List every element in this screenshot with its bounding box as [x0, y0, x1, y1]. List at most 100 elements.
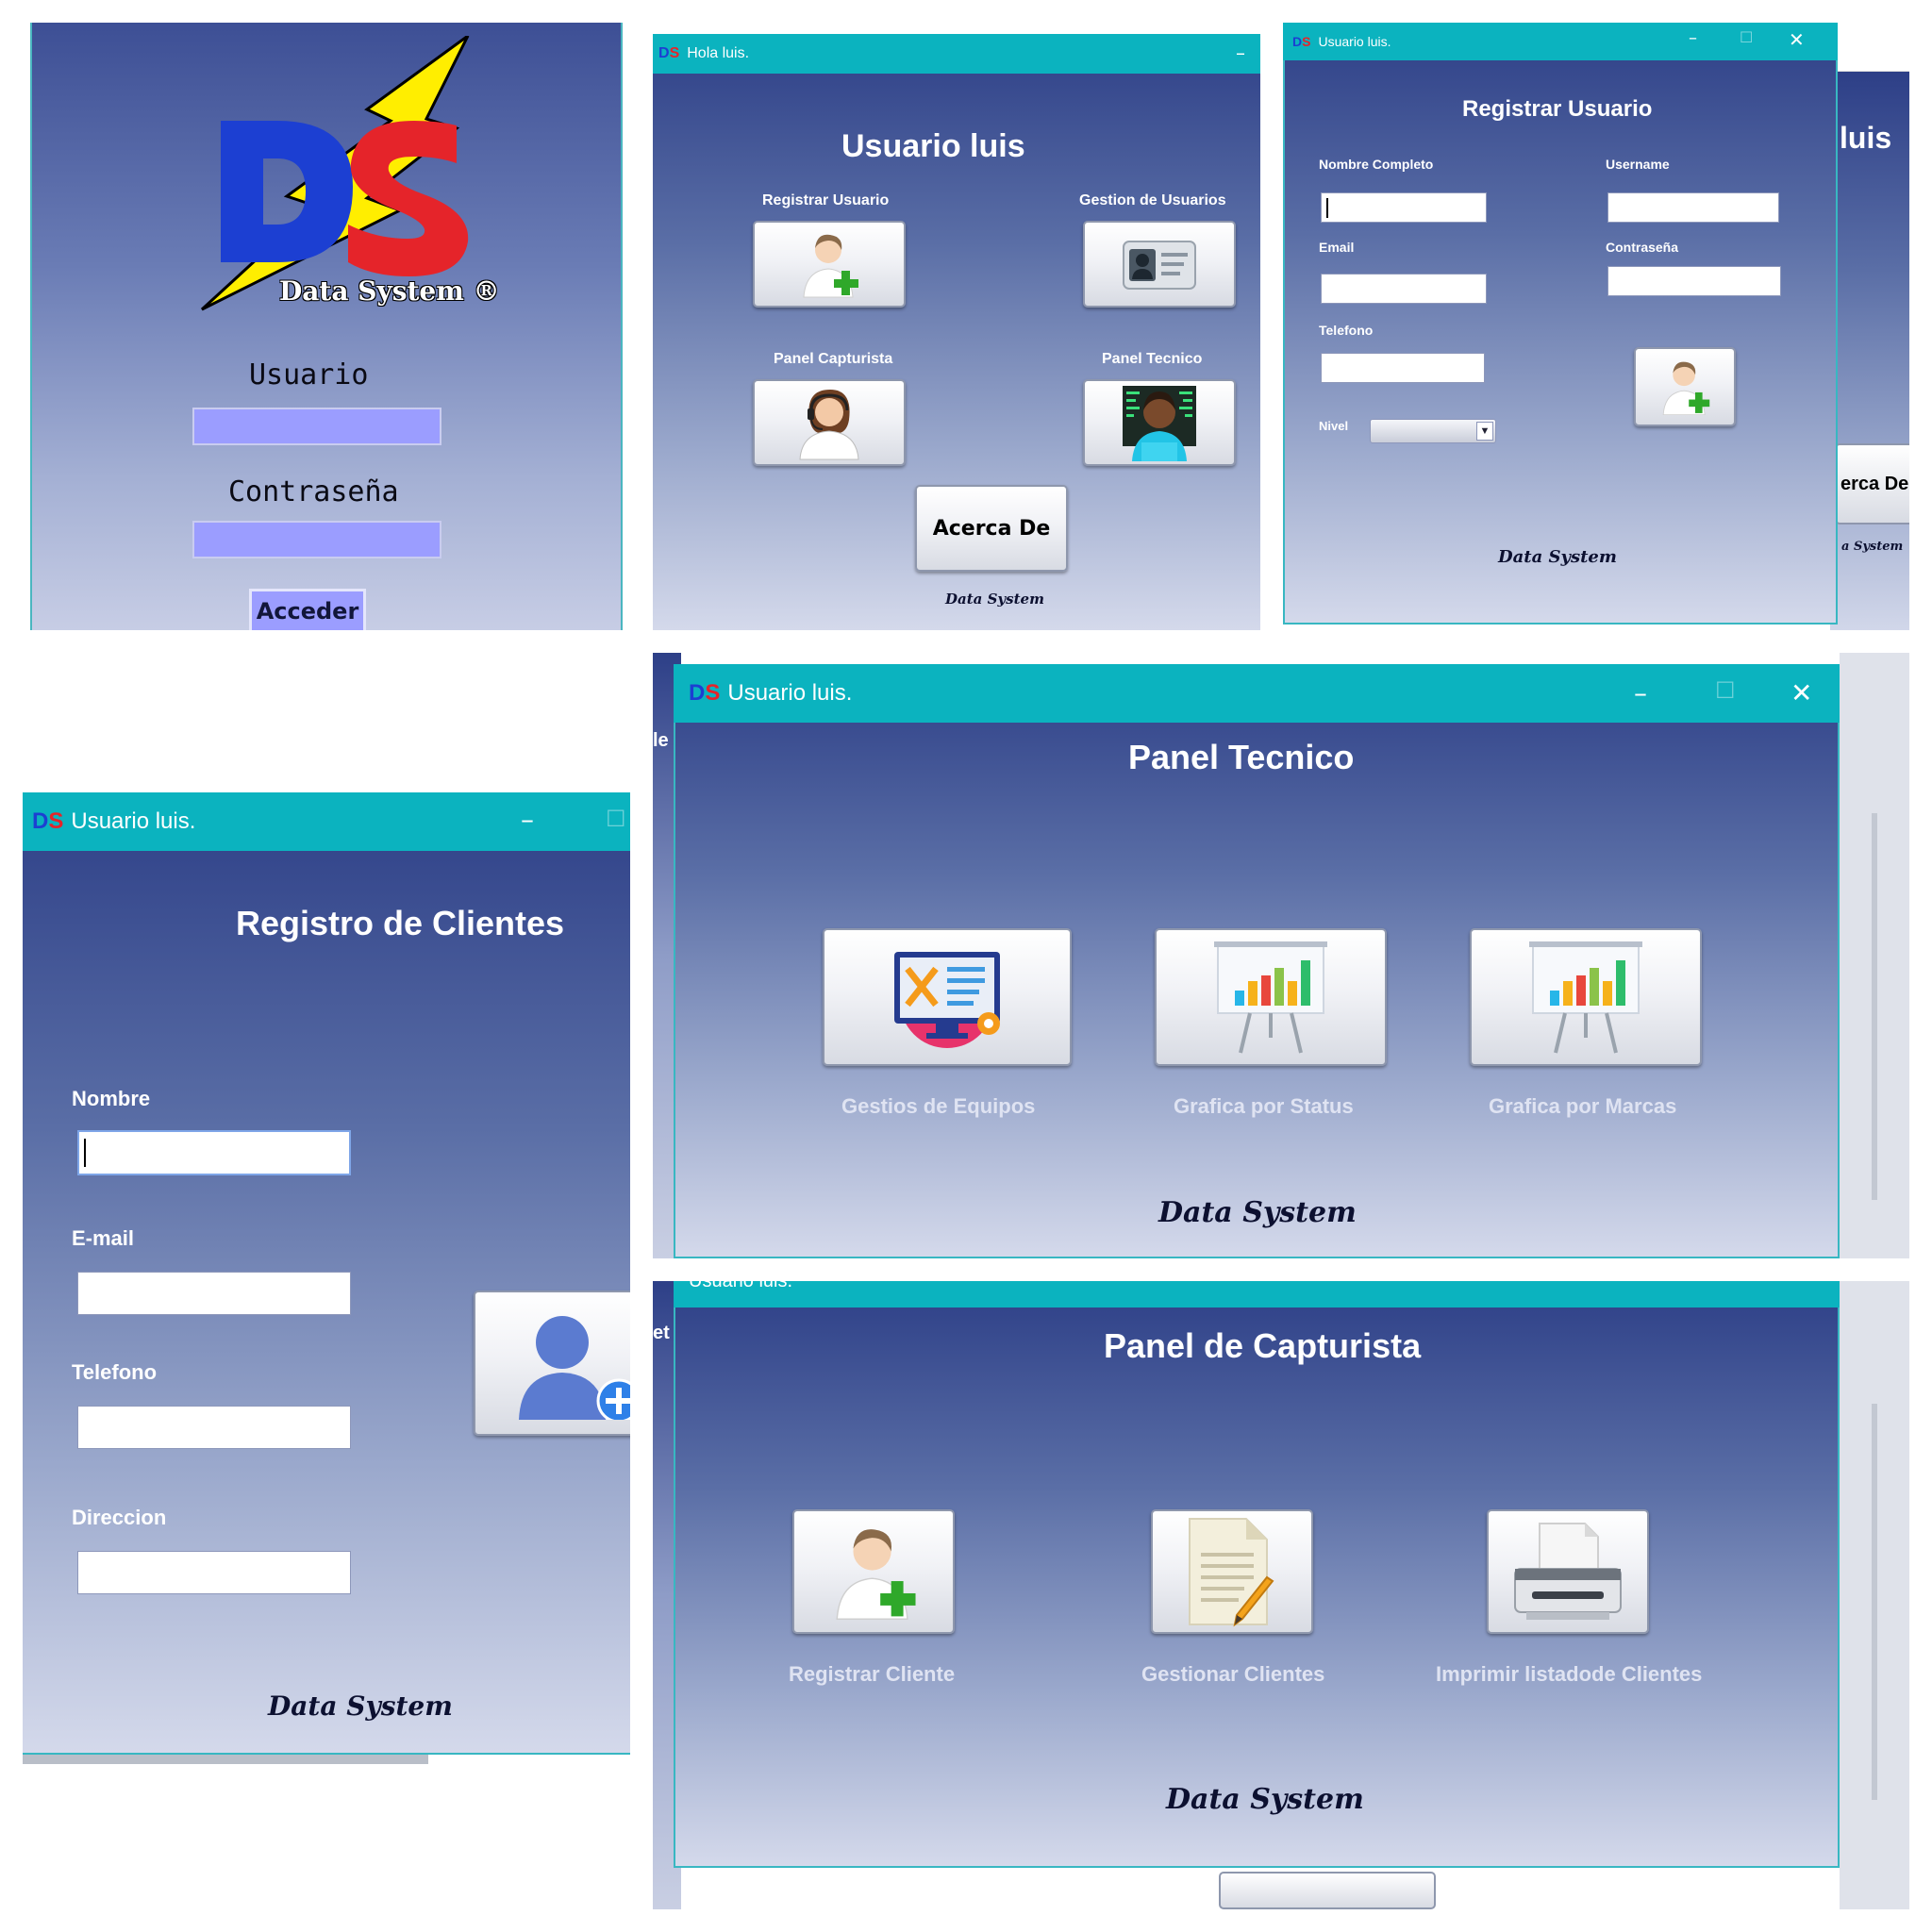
email-input[interactable] — [1321, 274, 1487, 304]
behind-fragment-side: le — [653, 730, 669, 751]
user-add-icon — [803, 234, 858, 298]
user-silhouette-add-icon — [519, 1316, 630, 1420]
behind-scrollbar[interactable] — [1872, 1404, 1877, 1800]
behind-about-label: erca De — [1840, 474, 1909, 494]
main-menu-title: Hola luis. — [687, 45, 750, 61]
tech-panel-footer: Data System — [1158, 1196, 1357, 1229]
maximize-icon[interactable]: ☐ — [606, 806, 626, 832]
ds-small-logo: DS — [32, 808, 64, 834]
username-input[interactable] — [192, 408, 441, 445]
password-input[interactable] — [192, 521, 441, 558]
about-button[interactable]: Acerca De — [915, 485, 1068, 572]
address-input[interactable] — [77, 1551, 351, 1594]
password-input[interactable] — [1607, 266, 1781, 296]
capturist-panel-titlebar: Usuario luis. — [674, 1281, 1840, 1307]
phone-input[interactable] — [77, 1406, 351, 1449]
maximize-icon[interactable]: ☐ — [1740, 28, 1753, 46]
clients-window: DS Usuario luis. – ☐ Registro de Cliente… — [23, 792, 630, 1764]
behind-footer: a System — [1841, 540, 1904, 554]
print-clients-button[interactable] — [1487, 1509, 1649, 1634]
register-user-title: Usuario luis. — [1318, 34, 1391, 49]
technician-icon — [1123, 386, 1196, 461]
clients-footer: Data System — [268, 1690, 453, 1722]
login-brand: Data System ® — [279, 275, 500, 307]
register-user-button[interactable] — [753, 221, 906, 308]
login-window: Data System ® Usuario Contraseña Acceder — [23, 23, 630, 630]
full-name-input[interactable] — [1321, 192, 1487, 223]
brand-chart-button[interactable] — [1470, 928, 1702, 1066]
password-label: Contraseña — [1606, 240, 1679, 255]
full-name-label: Nombre Completo — [1319, 157, 1434, 172]
main-menu-heading: Usuario luis — [841, 128, 1025, 164]
document-pencil-icon — [1189, 1518, 1274, 1627]
tech-panel-window: Regist le DS Usuario luis. – ☐ ✕ Panel T… — [653, 653, 1909, 1258]
tech-panel-label: Panel Tecnico — [1102, 351, 1203, 367]
equipment-label: Gestios de Equipos — [841, 1094, 1036, 1118]
capturist-panel-button[interactable] — [753, 379, 906, 466]
manage-users-button[interactable] — [1083, 221, 1236, 308]
minimize-icon[interactable]: – — [1689, 28, 1697, 48]
register-user-footer: Data System — [1498, 547, 1617, 567]
manage-clients-label: Gestionar Clientes — [1141, 1662, 1325, 1686]
capturist-panel-window: et Usuario luis. Panel de Capturista Reg… — [653, 1281, 1909, 1909]
maximize-icon[interactable]: ☐ — [1715, 677, 1736, 704]
user-add-icon — [836, 1529, 916, 1620]
behind-heading: luis — [1840, 121, 1892, 155]
name-input[interactable] — [77, 1130, 351, 1175]
tools-monitor-icon — [894, 952, 1000, 1048]
email-label: Email — [1319, 240, 1355, 255]
behind-bottom-button[interactable] — [1219, 1872, 1436, 1909]
brand-chart-label: Grafica por Marcas — [1489, 1094, 1677, 1118]
clients-titlebar: DS Usuario luis. – ☐ — [23, 792, 630, 851]
ds-small-logo: DS — [1292, 34, 1311, 49]
phone-label: Telefono — [72, 1360, 158, 1384]
close-icon[interactable]: ✕ — [1789, 28, 1805, 51]
register-user-window: luis erca De a System DS Usuario luis. –… — [1283, 23, 1909, 630]
bar-chart-easel-icon — [1529, 941, 1642, 1054]
capturist-panel-footer: Data System — [1166, 1783, 1364, 1816]
print-clients-label: Imprimir listadode Clientes — [1436, 1662, 1703, 1686]
register-client-button[interactable] — [792, 1509, 955, 1634]
minimize-icon[interactable]: – — [1634, 677, 1647, 708]
bar-chart-easel-icon — [1214, 941, 1327, 1054]
save-user-button[interactable] — [1634, 347, 1736, 426]
manage-users-label: Gestion de Usuarios — [1079, 192, 1226, 208]
username-label: Username — [1606, 157, 1670, 172]
status-chart-button[interactable] — [1155, 928, 1387, 1066]
close-icon[interactable]: ✕ — [1790, 677, 1812, 708]
behind-about-button[interactable]: erca De — [1835, 443, 1909, 525]
clients-heading: Registro de Clientes — [236, 904, 565, 942]
behind-scrollbar[interactable] — [1872, 813, 1877, 1200]
equipment-button[interactable] — [823, 928, 1072, 1066]
manage-clients-button[interactable] — [1151, 1509, 1313, 1634]
minimize-icon[interactable]: – — [1236, 42, 1245, 64]
minimize-icon[interactable]: – — [521, 804, 534, 835]
ds-small-logo: DS — [658, 45, 680, 61]
name-label: Nombre — [72, 1087, 151, 1110]
id-card-icon — [1123, 241, 1196, 290]
ds-small-logo: DS — [689, 680, 721, 706]
text-caret — [1326, 197, 1328, 218]
acceder-button[interactable]: Acceder — [249, 589, 366, 630]
phone-input[interactable] — [1321, 353, 1485, 383]
printer-icon — [1514, 1523, 1622, 1620]
acceder-label: Acceder — [256, 598, 359, 625]
username-input[interactable] — [1607, 192, 1779, 223]
phone-label: Telefono — [1319, 323, 1374, 338]
user-add-icon — [1662, 361, 1710, 416]
tech-panel-title: Usuario luis. — [727, 680, 853, 706]
capturist-panel-title: Usuario luis. — [689, 1281, 792, 1292]
username-label: Usuario — [249, 358, 369, 391]
tech-panel-titlebar: DS Usuario luis. – ☐ ✕ — [674, 664, 1840, 723]
behind-titlebar — [1830, 34, 1909, 72]
main-menu-titlebar: DS Hola luis. – — [653, 34, 1260, 74]
tech-panel-button[interactable] — [1083, 379, 1236, 466]
capturist-panel-heading: Panel de Capturista — [1104, 1326, 1422, 1365]
email-input[interactable] — [77, 1272, 351, 1315]
level-select[interactable]: ▼ — [1370, 419, 1496, 443]
clients-bottom-strip — [23, 1755, 428, 1764]
add-client-button[interactable] — [474, 1291, 630, 1436]
text-caret — [84, 1138, 86, 1168]
tech-panel-heading: Panel Tecnico — [1128, 738, 1355, 776]
main-menu-window: DS Hola luis. – Usuario luis Registrar U… — [653, 23, 1260, 630]
